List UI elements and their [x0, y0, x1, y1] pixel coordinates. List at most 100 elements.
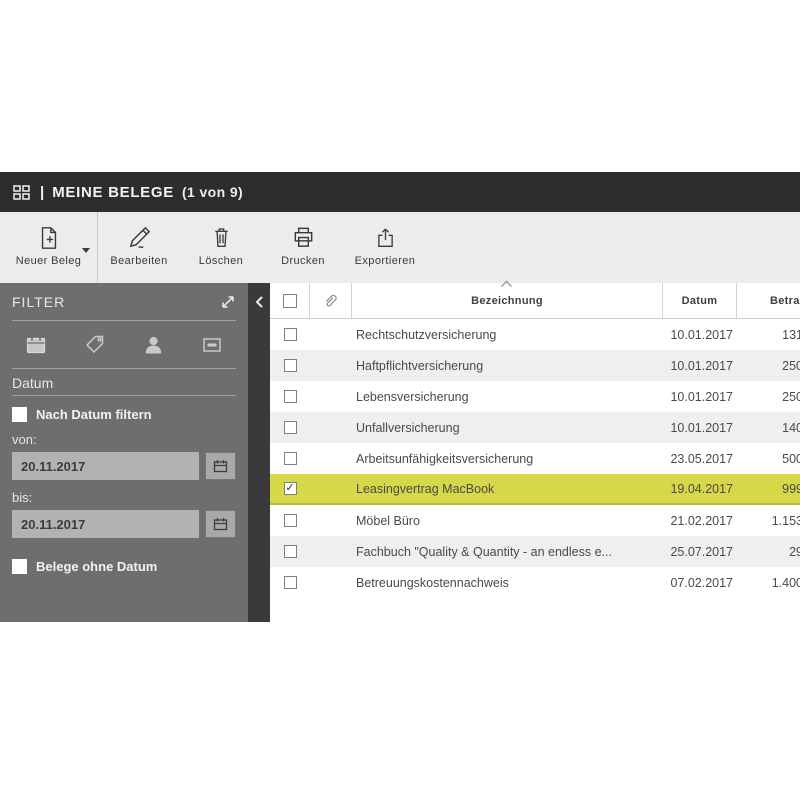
row-checkbox[interactable] — [284, 452, 297, 465]
table-row[interactable]: Rechtschutzversicherung 10.01.2017 131 — [270, 319, 800, 350]
table-row[interactable]: Leasingvertrag MacBook 19.04.2017 999 — [270, 474, 800, 505]
collapse-table-header-icon[interactable] — [500, 275, 513, 293]
page-title: MEINE BELEGE — [52, 184, 174, 201]
date-from-input[interactable]: 20.11.2017 — [12, 452, 199, 480]
export-icon — [374, 223, 397, 252]
row-checkbox-cell — [270, 576, 310, 589]
row-checkbox[interactable] — [284, 514, 297, 527]
date-from-calendar-button[interactable] — [205, 452, 236, 480]
print-label: Drucken — [281, 255, 325, 267]
table-row[interactable]: Unfallversicherung 10.01.2017 140 — [270, 412, 800, 443]
new-receipt-button[interactable]: Neuer Beleg — [0, 212, 98, 283]
row-checkbox[interactable] — [284, 328, 297, 341]
row-checkbox-cell — [270, 390, 310, 403]
row-date: 21.02.2017 — [663, 514, 737, 528]
row-checkbox-cell — [270, 514, 310, 527]
row-amount: 250 — [737, 390, 800, 404]
select-all-checkbox[interactable] — [283, 294, 297, 308]
row-date: 23.05.2017 — [663, 452, 737, 466]
receipts-without-date-checkbox[interactable]: Belege ohne Datum — [12, 559, 236, 574]
row-checkbox[interactable] — [284, 545, 297, 558]
table-row[interactable]: Möbel Büro 21.02.2017 1.153 — [270, 505, 800, 536]
table-body: Rechtschutzversicherung 10.01.2017 131 H… — [270, 319, 800, 598]
date-to-calendar-button[interactable] — [205, 510, 236, 538]
row-date: 19.04.2017 — [663, 482, 737, 496]
delete-label: Löschen — [199, 255, 243, 267]
row-checkbox-cell — [270, 482, 310, 495]
table-row[interactable]: Betreuungskostennachweis 07.02.2017 1.40… — [270, 567, 800, 598]
row-checkbox-cell — [270, 545, 310, 558]
chevron-left-icon — [254, 295, 264, 314]
amount-column-header[interactable]: Betrag — [737, 283, 800, 318]
new-receipt-label: Neuer Beleg — [16, 255, 82, 267]
row-amount: 131 — [737, 328, 800, 342]
row-date: 10.01.2017 — [663, 421, 737, 435]
filter-panel-title: FILTER — [12, 294, 65, 310]
row-checkbox-cell — [270, 328, 310, 341]
date-from-label: von: — [12, 432, 236, 447]
row-amount: 500 — [737, 452, 800, 466]
table-row[interactable]: Arbeitsunfähigkeitsversicherung 23.05.20… — [270, 443, 800, 474]
sidebar-collapse-strip[interactable] — [248, 283, 270, 622]
table-header-row: Bezeichnung Datum Betrag — [270, 283, 800, 319]
filter-tab-tag[interactable] — [83, 334, 106, 356]
row-name: Rechtschutzversicherung — [352, 328, 663, 342]
filter-sidebar: FILTER — [0, 283, 248, 622]
row-amount: 999 — [737, 482, 800, 496]
row-name: Lebensversicherung — [352, 390, 663, 404]
row-name: Möbel Büro — [352, 514, 663, 528]
row-checkbox[interactable] — [284, 421, 297, 434]
row-name: Betreuungskostennachweis — [352, 576, 663, 590]
row-checkbox-cell — [270, 359, 310, 372]
table-row[interactable]: Lebensversicherung 10.01.2017 250 — [270, 381, 800, 412]
row-checkbox[interactable] — [284, 390, 297, 403]
delete-button[interactable]: Löschen — [180, 212, 262, 283]
paperclip-icon — [322, 292, 339, 309]
row-checkbox[interactable] — [284, 359, 297, 372]
new-document-icon — [37, 223, 61, 252]
filter-by-date-checkbox[interactable]: Nach Datum filtern — [12, 407, 236, 422]
toolbar: Neuer Beleg Bearbeiten Löschen — [0, 212, 800, 283]
new-receipt-dropdown-caret[interactable] — [82, 248, 90, 253]
printer-icon — [291, 223, 316, 252]
checkbox-icon[interactable] — [12, 559, 27, 574]
date-to-label: bis: — [12, 490, 236, 505]
title-separator: | — [40, 184, 44, 201]
filter-tabs — [12, 321, 236, 368]
row-date: 10.01.2017 — [663, 390, 737, 404]
row-date: 07.02.2017 — [663, 576, 737, 590]
edit-button[interactable]: Bearbeiten — [98, 212, 180, 283]
row-name: Fachbuch "Quality & Quantity - an endles… — [352, 545, 663, 559]
table-row[interactable]: Haftpflichtversicherung 10.01.2017 250 — [270, 350, 800, 381]
divider — [12, 395, 236, 396]
date-section-label: Datum — [12, 370, 236, 395]
row-name: Unfallversicherung — [352, 421, 663, 435]
row-amount: 29 — [737, 545, 800, 559]
row-amount: 1.153 — [737, 514, 800, 528]
expand-filter-icon[interactable] — [220, 294, 236, 310]
edit-label: Bearbeiten — [110, 255, 167, 267]
filter-by-date-label: Nach Datum filtern — [36, 407, 152, 422]
titlebar: | MEINE BELEGE (1 von 9) — [0, 172, 800, 212]
table-row[interactable]: Fachbuch "Quality & Quantity - an endles… — [270, 536, 800, 567]
checkbox-icon[interactable] — [12, 407, 27, 422]
date-to-input[interactable]: 20.11.2017 — [12, 510, 199, 538]
modules-grid-icon[interactable] — [13, 185, 30, 200]
receipts-table: Bezeichnung Datum Betrag Rechtschutzvers… — [270, 283, 800, 622]
row-amount: 140 — [737, 421, 800, 435]
row-amount: 250 — [737, 359, 800, 373]
row-name: Arbeitsunfähigkeitsversicherung — [352, 452, 663, 466]
print-button[interactable]: Drucken — [262, 212, 344, 283]
export-button[interactable]: Exportieren — [344, 212, 426, 283]
filter-tab-options[interactable] — [200, 334, 224, 356]
row-checkbox-cell — [270, 421, 310, 434]
row-checkbox[interactable] — [284, 576, 297, 589]
date-column-header[interactable]: Datum — [663, 283, 737, 318]
export-label: Exportieren — [355, 255, 416, 267]
row-date: 10.01.2017 — [663, 359, 737, 373]
attachment-column-header[interactable] — [310, 283, 352, 318]
filter-tab-date[interactable] — [24, 334, 48, 356]
row-amount: 1.400 — [737, 576, 800, 590]
row-checkbox[interactable] — [284, 482, 297, 495]
filter-tab-person[interactable] — [142, 334, 165, 356]
